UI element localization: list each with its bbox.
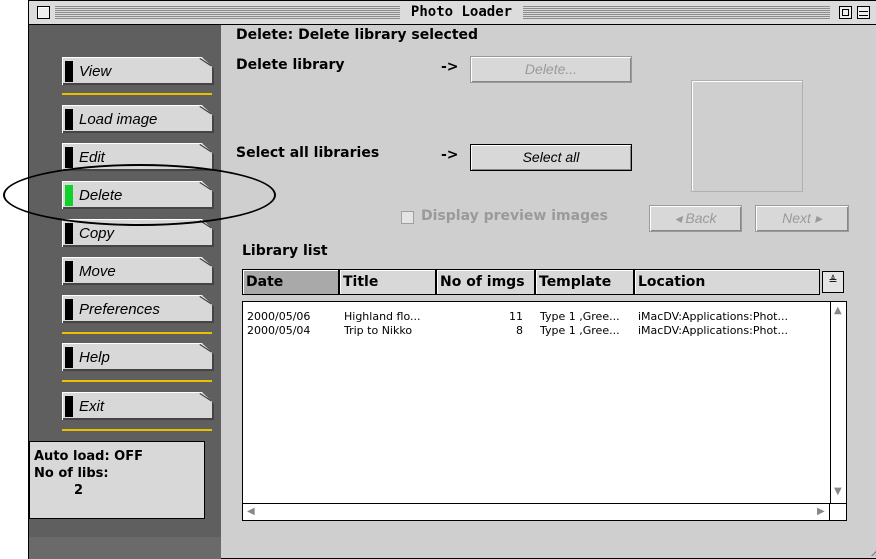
libs-count-value: 2: [74, 483, 84, 498]
scroll-up-icon[interactable]: ▲: [834, 305, 842, 316]
table-row[interactable]: 2000/05/06 Highland flo... 11 Type 1 ,Gr…: [243, 310, 833, 324]
close-box[interactable]: [37, 6, 50, 19]
column-header-date[interactable]: Date: [242, 269, 339, 295]
select-all-libraries-label: Select all libraries: [236, 145, 380, 161]
scroll-left-icon[interactable]: ◀: [247, 506, 255, 517]
back-button[interactable]: ◂ Back: [649, 205, 742, 232]
photo-loader-window: Photo Loader View Load image Edit Delete…: [28, 0, 876, 559]
arrow-label: ->: [441, 147, 459, 163]
auto-load-status: Auto load: OFF: [34, 449, 143, 464]
column-header-location[interactable]: Location: [634, 269, 820, 295]
sidebar-item-preferences[interactable]: Preferences: [62, 295, 214, 323]
sidebar-item-help[interactable]: Help: [62, 343, 214, 371]
scroll-right-icon[interactable]: ▶: [817, 506, 825, 517]
preview-image-box: [691, 80, 803, 192]
next-button[interactable]: Next ▸: [755, 205, 849, 232]
library-list[interactable]: 2000/05/06 Highland flo... 11 Type 1 ,Gr…: [242, 301, 847, 521]
page-title: Delete: Delete library selected: [236, 27, 479, 43]
delete-library-label: Delete library: [236, 57, 345, 73]
collapse-box[interactable]: [857, 6, 870, 19]
back-arrow-icon: ◂: [674, 210, 682, 226]
column-header-template[interactable]: Template: [535, 269, 634, 295]
table-row[interactable]: 2000/05/04 Trip to Nikko 8 Type 1 ,Gree.…: [243, 324, 833, 338]
delete-button[interactable]: Delete...: [470, 56, 632, 83]
separator: [62, 380, 212, 382]
display-preview-label: Display preview images: [421, 208, 608, 224]
display-preview-checkbox[interactable]: [401, 211, 414, 224]
sidebar-item-load-image[interactable]: Load image: [62, 105, 214, 133]
sidebar-item-exit[interactable]: Exit: [62, 392, 214, 420]
column-header-no-of-imgs[interactable]: No of imgs: [436, 269, 535, 295]
separator: [62, 332, 212, 334]
window-title: Photo Loader: [410, 4, 513, 20]
sidebar: View Load image Edit Delete Copy Move Pr…: [29, 25, 221, 559]
libs-count-label: No of libs:: [34, 466, 109, 481]
library-list-label: Library list: [242, 243, 328, 259]
horizontal-scrollbar[interactable]: ◀ ▶: [243, 503, 831, 520]
select-all-button[interactable]: Select all: [470, 144, 632, 171]
sidebar-item-move[interactable]: Move: [62, 257, 214, 285]
sort-direction-icon[interactable]: ≜: [822, 271, 844, 293]
zoom-box[interactable]: [839, 6, 852, 19]
status-panel: Auto load: OFF No of libs: 2: [29, 441, 205, 519]
column-header-title[interactable]: Title: [339, 269, 436, 295]
vertical-scrollbar[interactable]: ▲ ▼: [830, 302, 846, 504]
highlight-ellipse: [3, 164, 276, 226]
separator: [62, 429, 212, 431]
title-bar[interactable]: Photo Loader: [29, 1, 876, 25]
sidebar-item-view[interactable]: View: [62, 57, 214, 85]
resize-grip-icon[interactable]: [871, 542, 876, 556]
separator: [62, 93, 212, 95]
next-arrow-icon: ▸: [814, 210, 822, 226]
scroll-down-icon[interactable]: ▼: [834, 486, 842, 497]
arrow-label: ->: [441, 59, 459, 75]
